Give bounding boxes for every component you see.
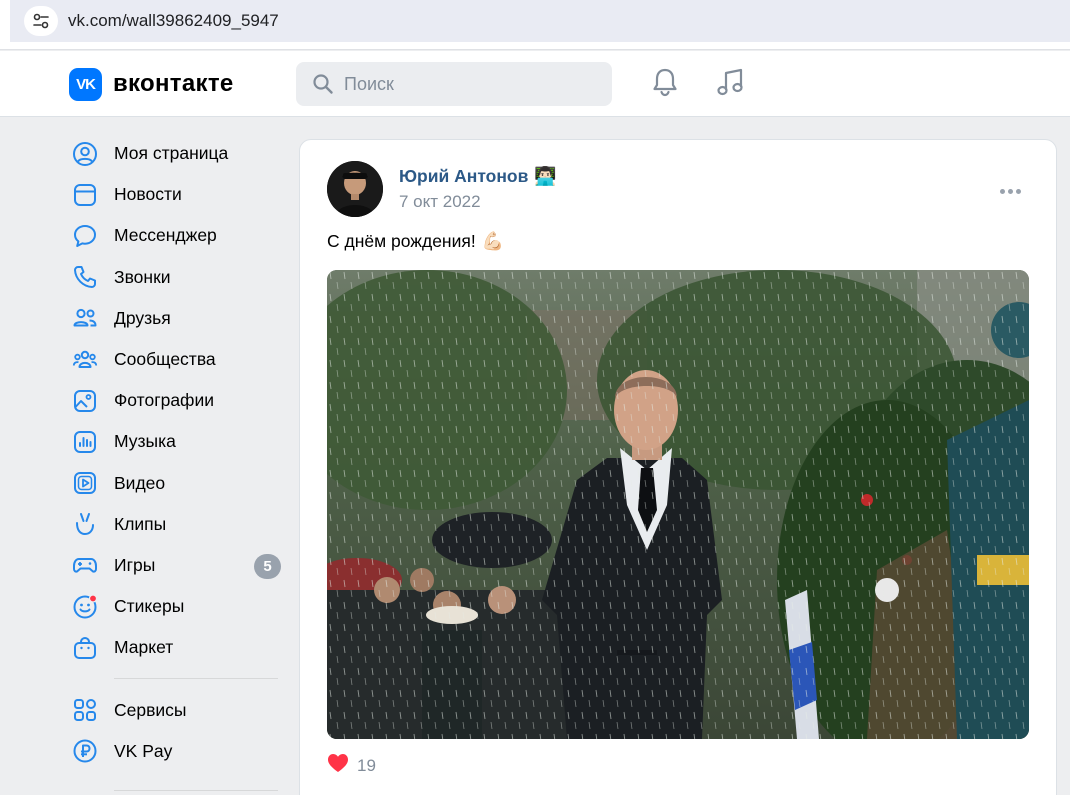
sidebar-item-messenger[interactable]: Мессенджер [70,215,285,256]
sidebar-item-photos[interactable]: Фотографии [70,380,285,421]
services-grid-icon [72,697,98,723]
photo-icon [72,388,98,414]
sidebar-item-label: Стикеры [114,596,185,617]
post-photo[interactable] [327,270,1029,739]
sidebar-item-label: Друзья [114,307,171,328]
post-more-icon[interactable] [1000,186,1026,196]
vk-logo-icon[interactable]: VK [69,68,102,101]
sidebar-divider [114,790,278,791]
sidebar-item-video[interactable]: Видео [70,463,285,504]
heart-icon [327,753,349,778]
gamepad-icon [72,552,98,578]
phone-icon [72,264,98,290]
site-settings-icon[interactable] [24,6,58,36]
likes-count: 19 [357,755,376,775]
ruble-icon [72,738,98,764]
vk-header: VK вконтакте [0,51,1070,117]
games-count-badge: 5 [254,553,281,579]
sticker-icon [72,594,98,620]
sidebar-item-music[interactable]: Музыка [70,421,285,462]
sidebar-item-label: Клипы [114,513,167,534]
video-icon [72,470,98,496]
sidebar-item-my-page[interactable]: Моя страница [70,133,285,174]
left-sidebar: Моя страница Новости Мессенджер Звонки Д… [70,133,285,772]
sidebar-item-services[interactable]: Сервисы [70,689,285,730]
sidebar-item-clips[interactable]: Клипы [70,504,285,545]
sidebar-divider [114,678,278,680]
search-input[interactable] [344,72,594,96]
market-bag-icon [72,635,98,661]
music-note-icon [715,67,745,102]
sidebar-item-label: Моя страница [114,143,229,164]
author-emoji: 👨🏻‍💻 [534,166,557,186]
sidebar-item-label: Фотографии [114,390,215,411]
music-icon [72,429,98,455]
sidebar-item-label: Новости [114,184,182,205]
sidebar-item-friends[interactable]: Друзья [70,298,285,339]
sidebar-item-label: Музыка [114,431,176,452]
user-circle-icon [72,141,98,167]
author-name[interactable]: Юрий Антонов [399,166,528,187]
url-text[interactable]: vk.com/wall39862409_5947 [68,11,279,31]
sidebar-item-market[interactable]: Маркет [70,627,285,668]
url-field[interactable]: vk.com/wall39862409_5947 [10,0,1070,42]
sidebar-item-label: Игры [114,554,156,575]
friends-icon [72,305,98,331]
vk-logo-text[interactable]: вконтакте [113,70,234,98]
sidebar-item-label: Сообщества [114,349,216,370]
sidebar-item-stickers[interactable]: Стикеры [70,586,285,627]
search-box[interactable] [296,62,612,106]
sidebar-item-calls[interactable]: Звонки [70,257,285,298]
sidebar-item-label: VK Pay [114,740,173,761]
like-button[interactable]: 19 [327,753,376,778]
sidebar-item-label: Звонки [114,266,171,287]
post-text-body: С днём рождения! [327,231,476,251]
clips-icon [72,511,98,537]
notifications-bell-icon [651,67,679,102]
message-bubble-icon [72,223,98,249]
sidebar-item-label: Мессенджер [114,225,217,246]
music-player-button[interactable] [712,66,748,102]
post-date[interactable]: 7 окт 2022 [399,192,481,212]
sidebar-item-label: Маркет [114,637,174,658]
sidebar-item-vk-pay[interactable]: VK Pay [70,731,285,772]
newsfeed-icon [72,182,98,208]
search-icon [312,73,334,100]
author-avatar[interactable] [327,161,383,217]
post-text: С днём рождения! 💪🏻 [327,231,504,252]
post-author[interactable]: Юрий Антонов 👨🏻‍💻 [399,166,557,187]
flexed-biceps-emoji: 💪🏻 [481,231,505,251]
sidebar-item-games[interactable]: Игры 5 [70,545,285,586]
communities-icon [72,347,98,373]
sidebar-item-communities[interactable]: Сообщества [70,339,285,380]
sidebar-item-label: Видео [114,472,166,493]
sidebar-item-label: Сервисы [114,699,187,720]
browser-address-bar: vk.com/wall39862409_5947 [0,0,1070,50]
sidebar-item-news[interactable]: Новости [70,174,285,215]
notifications-button[interactable] [647,66,683,102]
wall-post: Юрий Антонов 👨🏻‍💻 7 окт 2022 С днём рожд… [299,139,1057,795]
